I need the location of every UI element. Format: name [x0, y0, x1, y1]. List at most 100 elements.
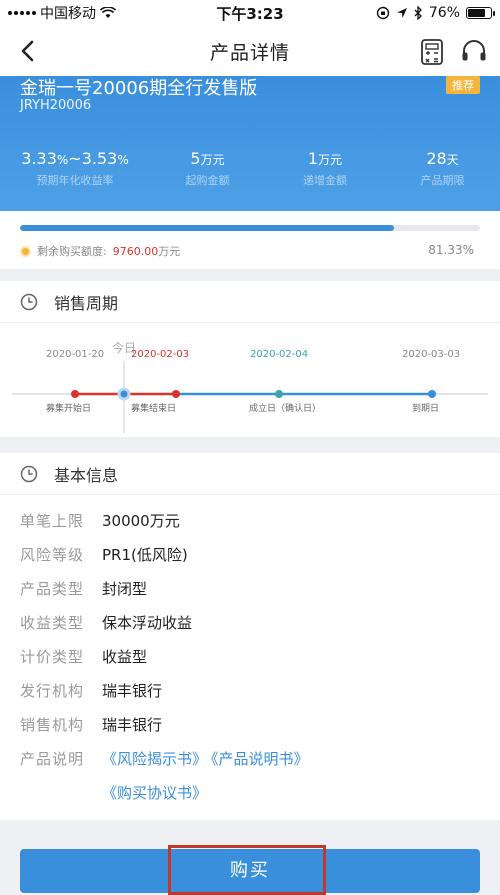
info-value: 30000万元	[102, 511, 180, 530]
carrier-name: 中国移动	[40, 6, 96, 22]
headset-icon	[462, 40, 486, 61]
metric-increment: 1万元 递增金额	[265, 149, 385, 188]
product-code: JRYH20006	[20, 98, 92, 113]
info-row-docs: 产品说明 《风险揭示书》 《产品说明书》	[20, 741, 500, 775]
term-unit: 天	[446, 153, 459, 167]
chevron-left-icon	[21, 40, 34, 62]
maturity-point	[428, 390, 436, 398]
info-value: 瑞丰银行	[102, 681, 163, 700]
yield-min: 3.33	[21, 149, 57, 168]
info-row-yield-type: 收益类型 保本浮动收益	[20, 605, 500, 639]
orientation-lock-icon	[376, 6, 390, 20]
nav-bar: 产品详情	[0, 26, 500, 76]
remaining-label: 剩余购买额度:	[37, 245, 107, 258]
info-value: 封闭型	[102, 579, 148, 598]
yield-label: 预期年化收益率	[36, 174, 114, 187]
maturity-label: 到期日	[412, 404, 440, 414]
establish-date: 2020-02-04	[250, 349, 309, 360]
yield-max: 3.53	[81, 149, 118, 168]
status-bar: 中国移动 下午3:23 76%	[0, 0, 500, 26]
progress-bar	[20, 225, 480, 231]
remaining-amount: 9760.00	[112, 245, 159, 258]
sales-period-header: 销售周期	[0, 281, 500, 323]
clock-icon	[20, 465, 38, 482]
info-row-seller: 销售机构 瑞丰银行	[20, 707, 500, 741]
yield-max-unit: %	[117, 153, 129, 167]
battery-icon	[466, 7, 495, 19]
basic-info-card: 基本信息 单笔上限 30000万元 风险等级 PR1(低风险) 产品类型 封闭型 收益…	[0, 453, 500, 820]
info-value: 瑞丰银行	[102, 715, 163, 734]
clock-icon	[20, 293, 38, 310]
sales-period-card: 销售周期 今日 2020-01-20 2020-02-03 2020-02-04…	[0, 281, 500, 437]
product-manual-link[interactable]: 《产品说明书》	[211, 750, 309, 768]
end-point	[172, 390, 180, 398]
remaining-quota: 剩余购买额度: 9760.00万元	[20, 243, 180, 259]
metric-min-purchase: 5万元 起购金额	[150, 149, 265, 188]
signal-icon	[8, 11, 36, 15]
coin-icon	[20, 245, 31, 257]
establish-label: 成立日（确认日）	[249, 404, 322, 414]
info-key: 收益类型	[20, 613, 85, 632]
product-name: 金瑞一号20006期全行发售版	[20, 78, 258, 99]
wifi-icon	[100, 7, 116, 18]
back-button[interactable]	[12, 36, 42, 66]
risk-disclosure-link[interactable]: 《风险揭示书》	[102, 750, 207, 768]
status-time: 下午3:23	[216, 4, 284, 23]
info-row-docs-2: 《购买协议书》	[20, 775, 500, 809]
min-purchase-label: 起购金额	[185, 174, 230, 187]
buy-highlight-box	[168, 845, 326, 895]
establish-point	[275, 390, 283, 398]
info-value: 保本浮动收益	[102, 613, 193, 632]
info-value: PR1(低风险)	[102, 545, 188, 564]
end-label: 募集结束日	[131, 404, 177, 414]
increment-unit: 万元	[318, 153, 343, 167]
sales-period-title: 销售周期	[54, 293, 119, 313]
info-row-limit: 单笔上限 30000万元	[20, 503, 500, 537]
metric-yield: 3.33%~3.53% 预期年化收益率	[0, 149, 150, 188]
yield-min-unit: %	[56, 153, 69, 167]
timeline-track	[12, 361, 488, 433]
today-point	[117, 387, 131, 401]
info-row-pricing: 计价类型 收益型	[20, 639, 500, 673]
basic-info-header: 基本信息	[0, 453, 500, 495]
product-metrics: 3.33%~3.53% 预期年化收益率 5万元 起购金额 1万元 递增金额 28…	[0, 149, 500, 188]
term-label: 产品期限	[420, 174, 465, 187]
start-point	[71, 390, 79, 398]
calculator-button[interactable]	[418, 38, 446, 66]
info-row-issuer: 发行机构 瑞丰银行	[20, 673, 500, 707]
yield-sep: ~	[68, 149, 82, 168]
bluetooth-icon	[414, 6, 422, 20]
page-title: 产品详情	[209, 41, 290, 64]
basic-info-title: 基本信息	[54, 465, 119, 485]
info-value: 收益型	[102, 647, 148, 666]
recommend-badge: 推荐	[446, 76, 480, 94]
info-list: 单笔上限 30000万元 风险等级 PR1(低风险) 产品类型 封闭型 收益类型 保本浮…	[0, 495, 500, 809]
calculator-icon	[421, 39, 443, 65]
increment-value: 1	[307, 149, 319, 168]
info-key: 发行机构	[20, 681, 85, 700]
progress-fill	[20, 225, 395, 231]
info-key: 风险等级	[20, 545, 85, 564]
increment-label: 递增金额	[303, 174, 347, 187]
info-row-type: 产品类型 封闭型	[20, 571, 500, 605]
min-purchase-value: 5	[190, 149, 201, 168]
info-row-risk: 风险等级 PR1(低风险)	[20, 537, 500, 571]
info-key: 计价类型	[20, 647, 85, 666]
sales-timeline: 今日 2020-01-20 2020-02-03 2020-02-04 2020…	[0, 323, 500, 433]
metric-term: 28天 产品期限	[385, 149, 500, 188]
info-key: 产品类型	[20, 579, 85, 598]
purchase-progress: 剩余购买额度: 9760.00万元 81.33%	[0, 211, 500, 269]
customer-service-button[interactable]	[460, 38, 488, 66]
info-key: 单笔上限	[20, 511, 85, 530]
end-date: 2020-02-03	[131, 349, 190, 360]
progress-percent: 81.33%	[428, 243, 474, 257]
term-value: 28	[426, 149, 447, 168]
min-purchase-unit: 万元	[200, 153, 225, 167]
buy-area: 购买	[0, 845, 500, 895]
battery-percent: 76%	[428, 5, 460, 21]
product-hero: 金瑞一号20006期全行发售版 JRYH20006 推荐 3.33%~3.53%…	[0, 76, 500, 211]
start-label: 募集开始日	[46, 404, 92, 414]
start-date: 2020-01-20	[46, 349, 105, 360]
purchase-agreement-link[interactable]: 《购买协议书》	[102, 784, 207, 802]
info-key: 销售机构	[20, 715, 85, 734]
